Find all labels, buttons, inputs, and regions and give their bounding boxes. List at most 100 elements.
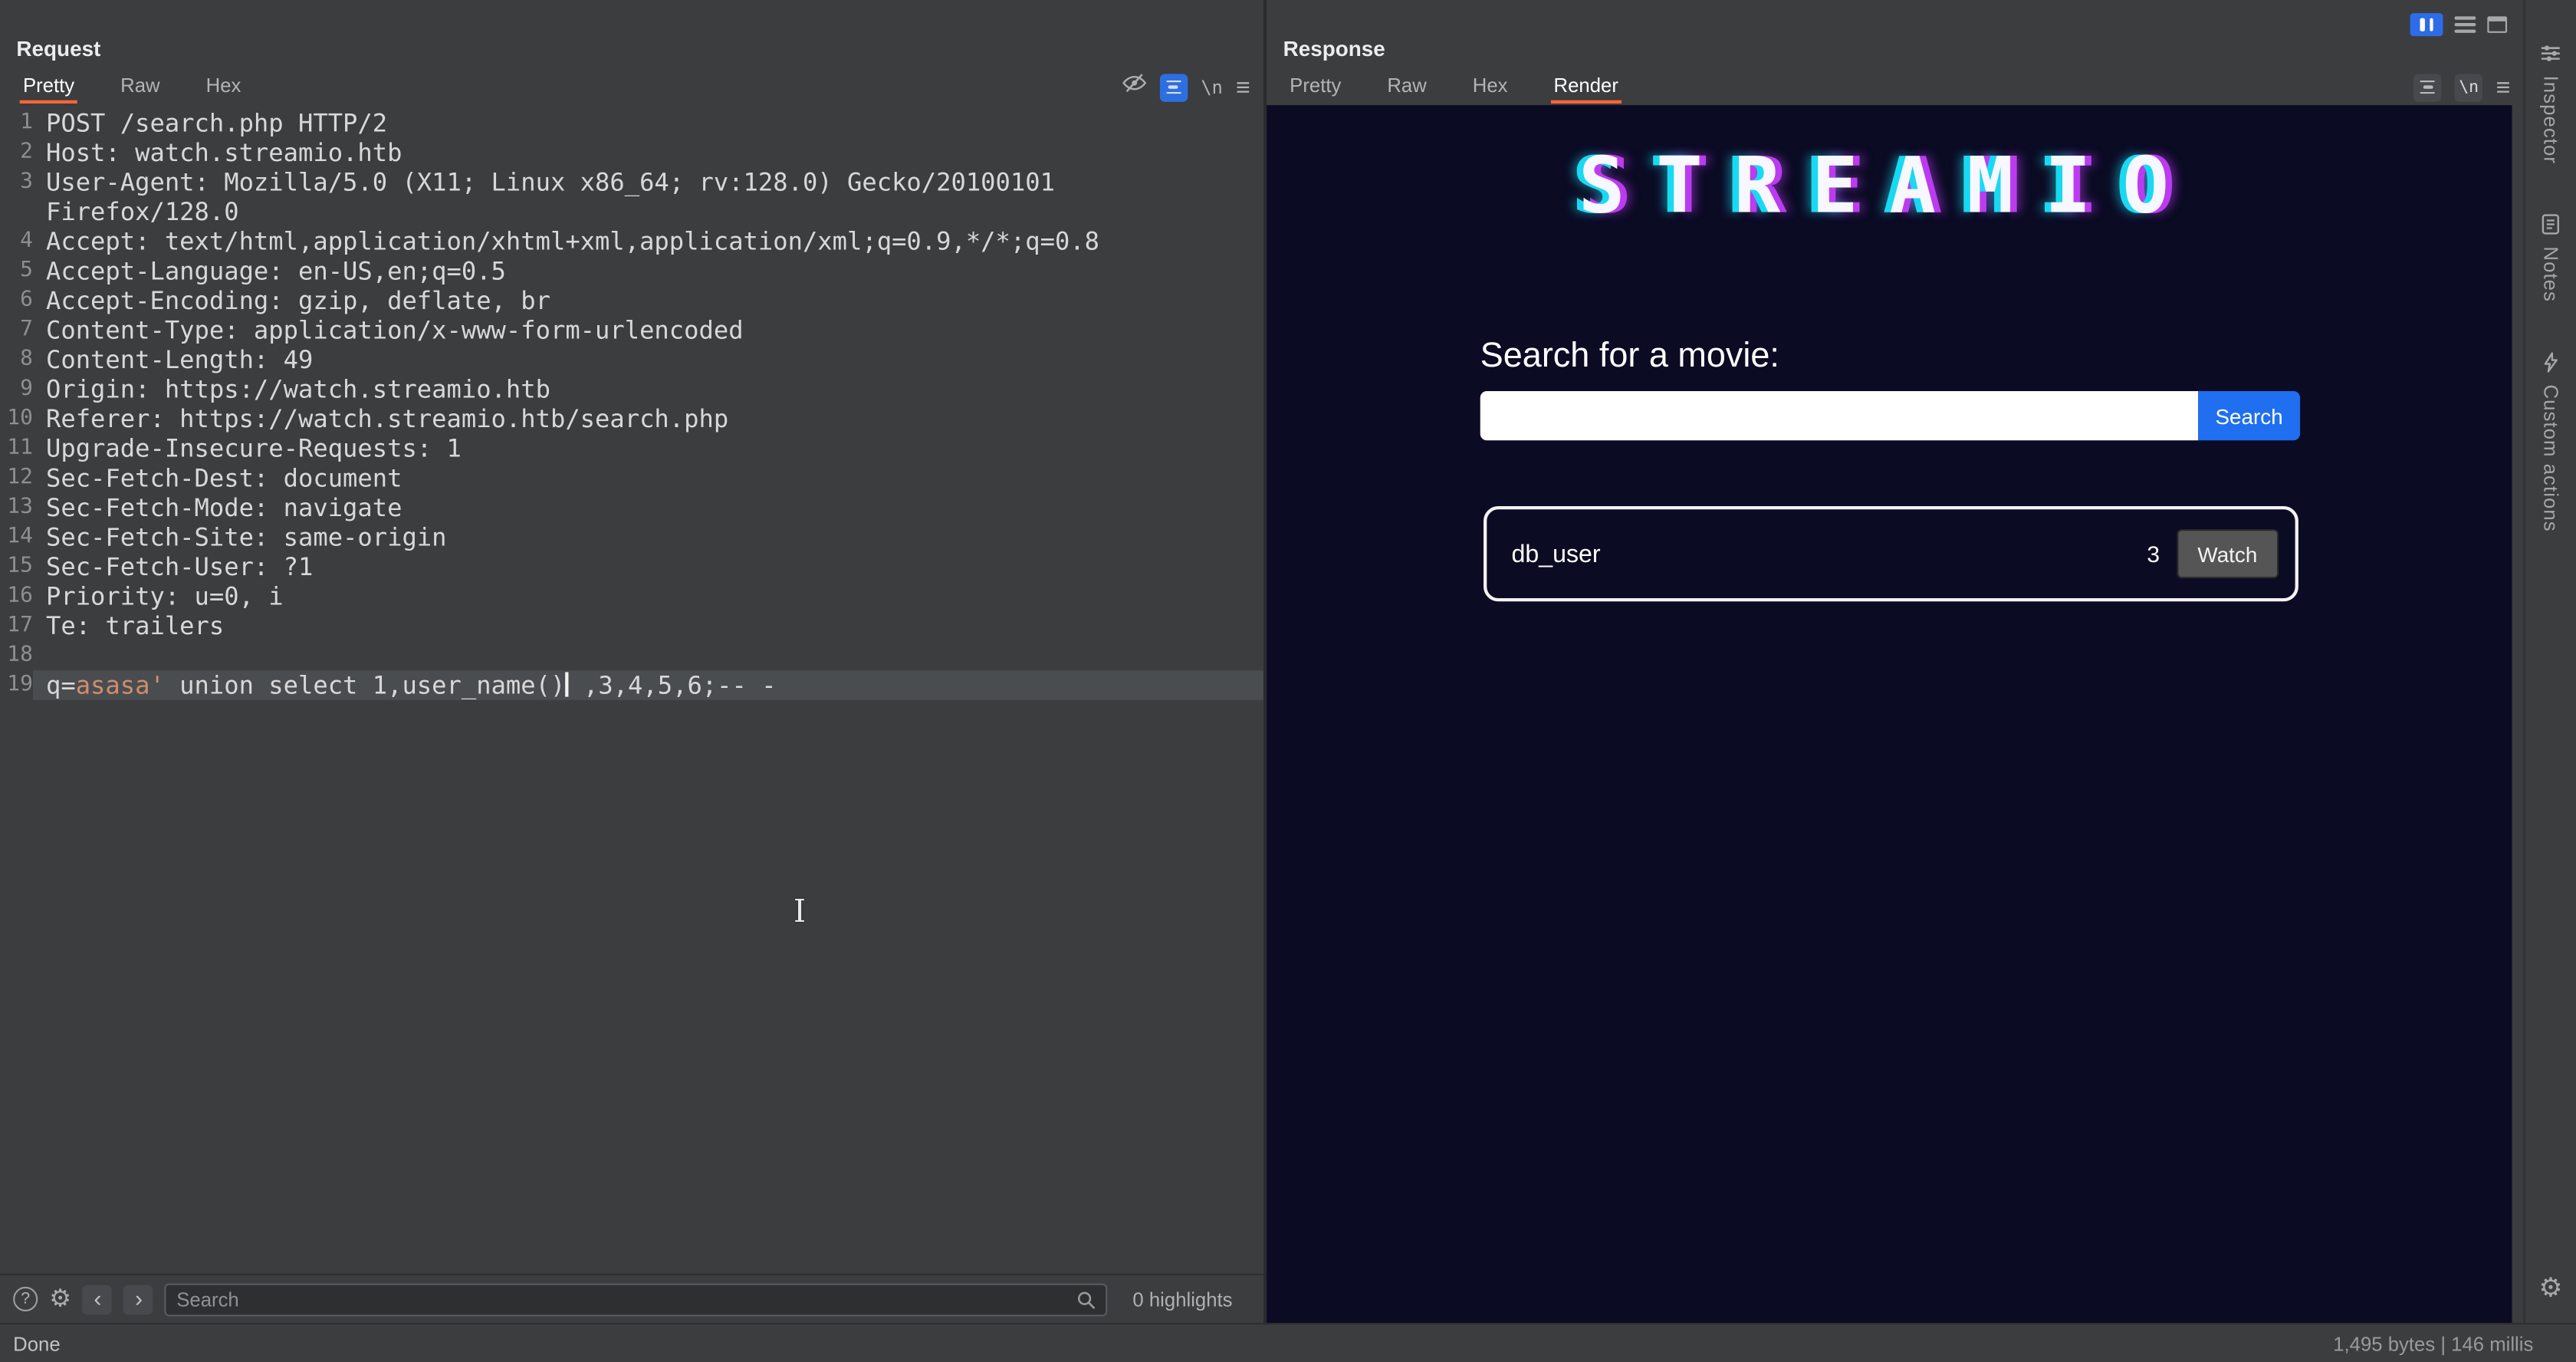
line-content[interactable]: Content-Length: 49 — [33, 345, 1263, 375]
result-card: db_user 3 Watch — [1484, 506, 2298, 601]
response-panel-title: Response — [1267, 0, 2523, 69]
editor-line[interactable]: 19q=asasa' union select 1,user_name() ,3… — [0, 670, 1263, 700]
sidebar-item-notes[interactable]: Notes — [2539, 213, 2562, 301]
request-search-toolbar: ? ⚙ ‹ › 0 highlights — [0, 1274, 1263, 1323]
line-content[interactable]: Sec-Fetch-Dest: document — [33, 463, 1263, 493]
request-panel: Request Pretty Raw Hex — [0, 0, 1263, 1323]
right-sidebar: Inspector Notes Custom actions — [2523, 0, 2576, 1323]
line-content[interactable]: Sec-Fetch-Site: same-origin — [33, 522, 1263, 552]
tab-response-pretty[interactable]: Pretty — [1286, 71, 1345, 104]
magnifier-icon — [1077, 1289, 1097, 1309]
watch-button[interactable]: Watch — [2177, 529, 2279, 578]
show-newlines-icon[interactable]: \n — [1201, 77, 1222, 98]
result-movie-name: db_user — [1511, 540, 2147, 568]
line-content[interactable]: Sec-Fetch-User: ?1 — [33, 552, 1263, 582]
line-number: 17 — [0, 611, 33, 641]
line-content[interactable]: User-Agent: Mozilla/5.0 (X11; Linux x86_… — [33, 168, 1263, 198]
editor-line[interactable]: Firefox/128.0 — [0, 197, 1263, 227]
editor-line[interactable]: 11Upgrade-Insecure-Requests: 1 — [0, 434, 1263, 464]
editor-line[interactable]: 14Sec-Fetch-Site: same-origin — [0, 522, 1263, 552]
line-content[interactable]: POST /search.php HTTP/2 — [33, 108, 1263, 138]
editor-line[interactable]: 9Origin: https://watch.streamio.htb — [0, 375, 1263, 405]
line-number: 18 — [0, 641, 33, 671]
editor-line[interactable]: 16Priority: u=0, i — [0, 582, 1263, 612]
line-content[interactable] — [33, 641, 1263, 671]
line-content[interactable]: Referer: https://watch.streamio.htb/sear… — [33, 404, 1263, 434]
line-content[interactable]: Host: watch.streamio.htb — [33, 138, 1263, 168]
sidebar-item-custom-actions[interactable]: Custom actions — [2539, 351, 2562, 531]
line-content[interactable]: Upgrade-Insecure-Requests: 1 — [33, 434, 1263, 464]
editor-line[interactable]: 18 — [0, 641, 1263, 671]
line-content[interactable]: Priority: u=0, i — [33, 582, 1263, 612]
line-number: 7 — [0, 315, 33, 345]
line-number: 15 — [0, 552, 33, 582]
line-number: 16 — [0, 582, 33, 612]
help-icon[interactable]: ? — [13, 1287, 38, 1311]
editor-line[interactable]: 2Host: watch.streamio.htb — [0, 138, 1263, 168]
prettify-toggle-icon[interactable] — [1160, 73, 1188, 100]
line-number: 8 — [0, 345, 33, 375]
editor-line[interactable]: 12Sec-Fetch-Dest: document — [0, 463, 1263, 493]
response-render-area: STREAMIO Search for a movie: Search db_u… — [1267, 105, 2512, 1323]
line-number: 2 — [0, 138, 33, 168]
line-number: 14 — [0, 522, 33, 552]
response-show-newlines-icon[interactable]: \n — [2455, 73, 2482, 100]
editor-line[interactable]: 5Accept-Language: en-US,en;q=0.5 — [0, 256, 1263, 286]
response-menu-icon[interactable]: ≡ — [2496, 75, 2511, 100]
highlights-count: 0 highlights — [1132, 1288, 1232, 1311]
tab-request-pretty[interactable]: Pretty — [20, 71, 78, 104]
custom-actions-icon — [2540, 351, 2561, 373]
line-content[interactable]: Sec-Fetch-Mode: navigate — [33, 493, 1263, 523]
layout-columns-active-icon[interactable] — [2410, 13, 2443, 36]
line-content[interactable]: Te: trailers — [33, 611, 1263, 641]
editor-line[interactable]: 4Accept: text/html,application/xhtml+xml… — [0, 227, 1263, 257]
editor-line[interactable]: 6Accept-Encoding: gzip, deflate, br — [0, 286, 1263, 316]
tab-response-raw[interactable]: Raw — [1384, 71, 1430, 104]
line-content[interactable]: Origin: https://watch.streamio.htb — [33, 375, 1263, 405]
editor-line[interactable]: 1POST /search.php HTTP/2 — [0, 108, 1263, 138]
tab-request-hex[interactable]: Hex — [202, 71, 244, 104]
request-panel-title: Request — [0, 0, 1263, 69]
layout-rows-icon[interactable] — [2454, 16, 2476, 33]
request-search-box[interactable] — [165, 1283, 1108, 1316]
line-number: 13 — [0, 493, 33, 523]
search-settings-gear-icon[interactable]: ⚙ — [49, 1287, 71, 1311]
line-content[interactable]: Content-Type: application/x-www-form-url… — [33, 315, 1263, 345]
tab-request-raw[interactable]: Raw — [117, 71, 163, 104]
notes-icon — [2540, 213, 2561, 235]
editor-line[interactable]: 7Content-Type: application/x-www-form-ur… — [0, 315, 1263, 345]
tab-response-hex[interactable]: Hex — [1470, 71, 1511, 104]
line-content[interactable]: Firefox/128.0 — [33, 197, 1263, 227]
inspector-icon — [2540, 43, 2561, 64]
line-number: 9 — [0, 375, 33, 405]
response-prettify-toggle-icon[interactable] — [2413, 73, 2441, 100]
scale-wrapper: Request Pretty Raw Hex — [0, 0, 2576, 1362]
editor-line[interactable]: 17Te: trailers — [0, 611, 1263, 641]
layout-single-icon[interactable] — [2487, 16, 2507, 32]
request-menu-icon[interactable]: ≡ — [1236, 75, 1250, 100]
hide-elements-eye-icon[interactable] — [1122, 71, 1147, 104]
line-number: 4 — [0, 227, 33, 257]
sidebar-item-inspector[interactable]: Inspector — [2539, 43, 2562, 164]
editor-line[interactable]: 8Content-Length: 49 — [0, 345, 1263, 375]
editor-line[interactable]: 15Sec-Fetch-User: ?1 — [0, 552, 1263, 582]
tab-response-render[interactable]: Render — [1550, 71, 1622, 104]
line-content[interactable]: q=asasa' union select 1,user_name() ,3,4… — [33, 670, 1263, 700]
line-number: 3 — [0, 168, 33, 198]
request-search-input[interactable] — [176, 1288, 1076, 1311]
line-content[interactable]: Accept-Language: en-US,en;q=0.5 — [33, 256, 1263, 286]
burp-repeater-window: Request Pretty Raw Hex — [0, 0, 2576, 1362]
editor-line[interactable]: 10Referer: https://watch.streamio.htb/se… — [0, 404, 1263, 434]
editor-line[interactable]: 3User-Agent: Mozilla/5.0 (X11; Linux x86… — [0, 168, 1263, 198]
movie-search-button[interactable]: Search — [2198, 391, 2300, 440]
settings-gear-icon[interactable]: ⚙ — [2538, 1277, 2562, 1303]
layout-buttons — [2410, 13, 2507, 36]
editor-line[interactable]: 13Sec-Fetch-Mode: navigate — [0, 493, 1263, 523]
search-next-button[interactable]: › — [124, 1285, 154, 1314]
status-done: Done — [13, 1332, 60, 1355]
line-content[interactable]: Accept: text/html,application/xhtml+xml,… — [33, 227, 1263, 257]
search-prev-button[interactable]: ‹ — [83, 1285, 113, 1314]
request-editor[interactable]: 1POST /search.php HTTP/22Host: watch.str… — [0, 105, 1263, 1274]
movie-search-input[interactable] — [1480, 391, 2198, 440]
line-content[interactable]: Accept-Encoding: gzip, deflate, br — [33, 286, 1263, 316]
